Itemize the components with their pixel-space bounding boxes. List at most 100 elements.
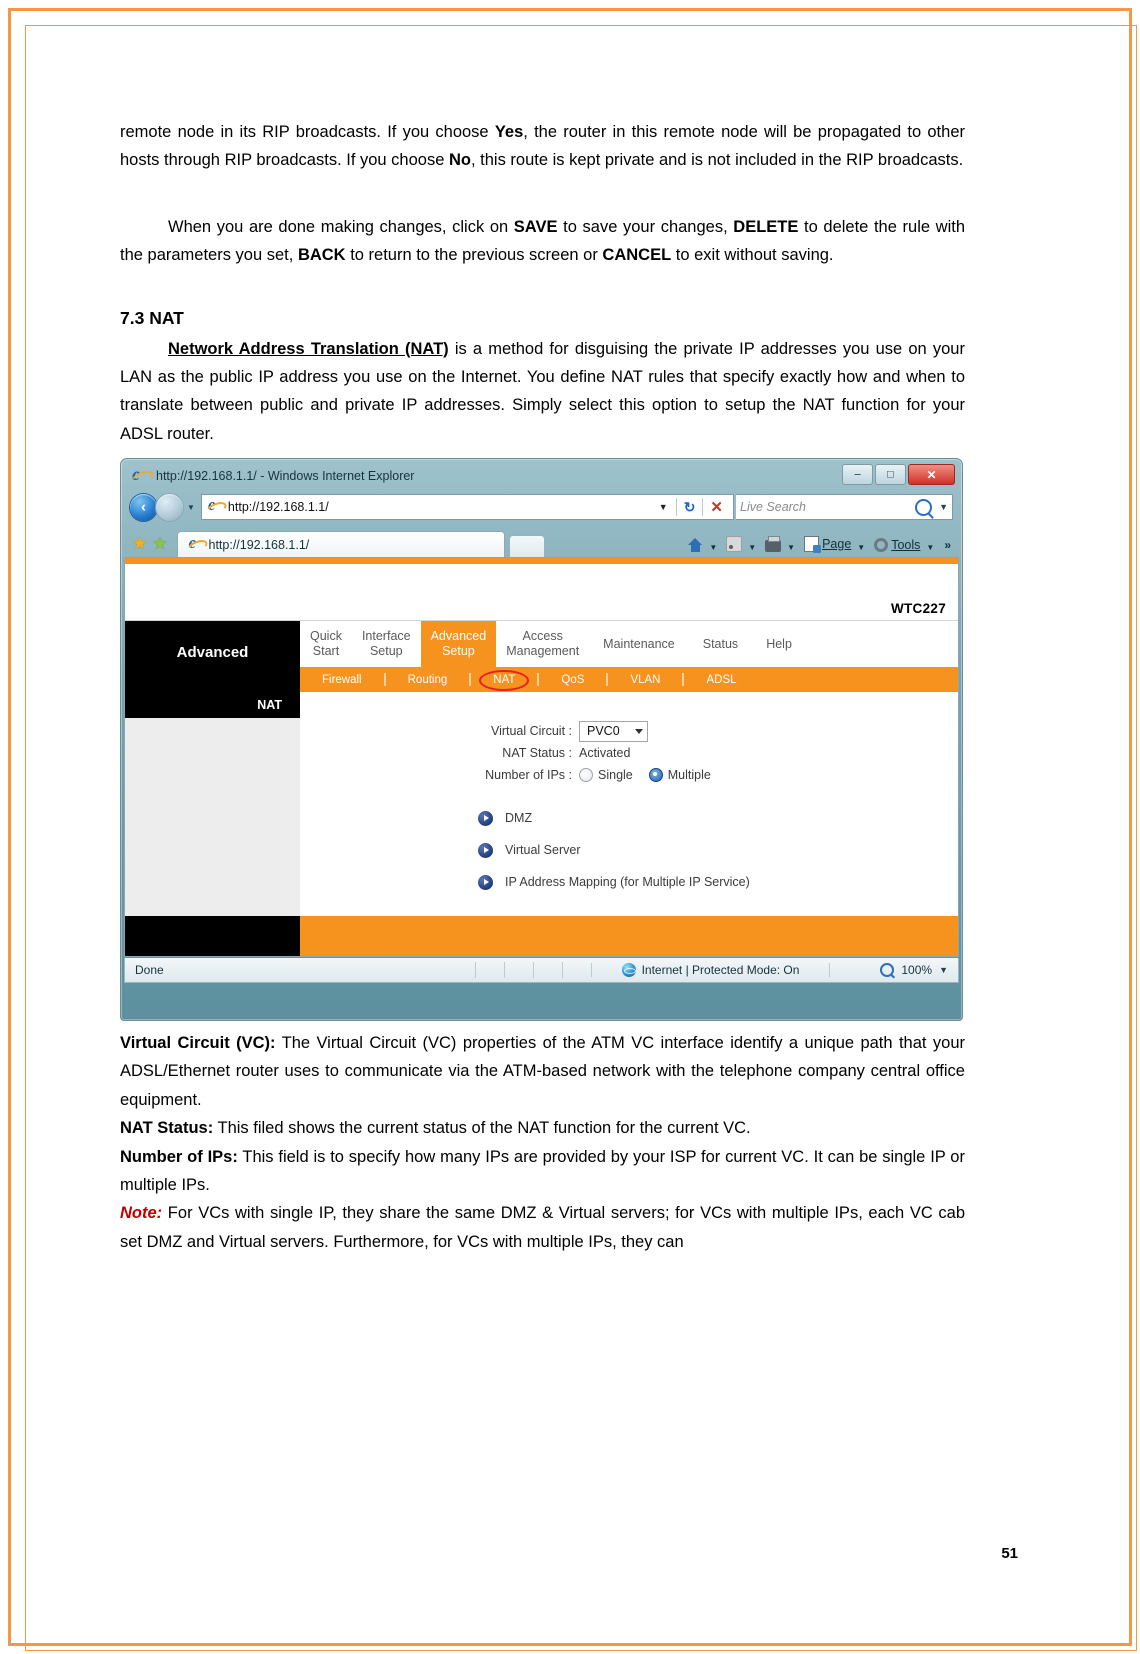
address-dropdown-icon[interactable]: ▼ [651, 502, 676, 512]
feeds-button[interactable] [723, 536, 745, 557]
search-input-placeholder: Live Search [740, 500, 807, 514]
router-tab-advanced[interactable]: Advanced Setup [420, 621, 497, 667]
radio-single-label: Single [598, 768, 633, 782]
search-box[interactable]: Live Search ▼ [736, 494, 953, 520]
history-dropdown-icon[interactable]: ▼ [187, 503, 195, 512]
router-tab-access[interactable]: Access Management [496, 621, 589, 667]
definition-term: Virtual Circuit (VC): [120, 1034, 276, 1052]
emphasized-text: No [448, 151, 471, 170]
radio-single[interactable] [579, 768, 593, 782]
router-tab-label: Interface [361, 629, 411, 644]
tools-menu-button[interactable]: Tools [871, 538, 923, 557]
zoom-dropdown-icon[interactable]: ▼ [939, 965, 948, 975]
body-text: to exit without saving. [671, 246, 834, 265]
nat-link-virtual[interactable]: Virtual Server [478, 834, 958, 866]
router-tab-maintenance[interactable]: Maintenance [589, 621, 689, 667]
form-row-nat-status: NAT Status : Activated [440, 742, 958, 764]
definition-entry: Virtual Circuit (VC): The Virtual Circui… [120, 1029, 965, 1114]
page-menu-dropdown-icon[interactable]: ▼ [854, 543, 871, 557]
zoom-icon [880, 963, 895, 977]
router-tab-label: Quick [310, 629, 342, 644]
emphasized-text: Yes [494, 123, 524, 141]
sub-nav-item-nat[interactable]: NAT [471, 669, 537, 691]
search-dropdown-icon[interactable]: ▼ [937, 502, 948, 512]
note-paragraph: Note: For VCs with single IP, they share… [120, 1199, 965, 1256]
emphasized-text: BACK [297, 246, 346, 265]
page-icon [804, 536, 822, 553]
forward-button[interactable]: › [156, 493, 183, 521]
home-button[interactable] [685, 538, 706, 557]
router-tab-help[interactable]: Help [752, 621, 806, 667]
favorites-star-icon[interactable]: ★ [132, 535, 147, 552]
page-menu-label: Page [822, 537, 852, 551]
virtual-circuit-selected-value: PVC0 [587, 724, 620, 738]
definition-entry: NAT Status: This filed shows the current… [120, 1114, 965, 1142]
page-number: 51 [1001, 1545, 1018, 1562]
router-tab-label-line2: Start [312, 644, 340, 658]
browser-window-screenshot: http://192.168.1.1/ - Windows Internet E… [120, 458, 963, 1021]
sidebar-title-block: Advanced [125, 621, 300, 667]
emphasized-text: DELETE [733, 217, 799, 236]
tools-menu-label: Tools [891, 538, 921, 552]
emphasized-text: Network Address Translation (NAT) [168, 339, 449, 358]
refresh-icon[interactable]: ↻ [677, 500, 703, 514]
zoom-control[interactable]: 100% ▼ [829, 963, 954, 977]
stop-icon[interactable]: ✕ [703, 500, 730, 515]
page-menu-button[interactable]: Page [801, 536, 854, 557]
rss-feed-icon [726, 536, 743, 552]
address-bar[interactable]: http://192.168.1.1/ ▼ ↻ ✕ [200, 494, 734, 520]
tab-favicon-icon [188, 533, 204, 553]
sub-nav-item-adsl[interactable]: ADSL [684, 674, 758, 686]
forward-arrow-icon: › [167, 498, 172, 516]
nat-settings-panel: Virtual Circuit : PVC0 NAT Status : Acti… [300, 692, 958, 916]
close-button[interactable]: ✕ [908, 464, 955, 485]
minimize-button[interactable]: – [842, 464, 873, 485]
nat-link-ip[interactable]: IP Address Mapping (for Multiple IP Serv… [478, 866, 958, 898]
paragraph-nat-intro: Network Address Translation (NAT) is a m… [120, 335, 965, 449]
paragraph-rip-broadcasts: remote node in its RIP broadcasts. If yo… [120, 118, 965, 175]
router-model-name: WTC227 [890, 601, 946, 616]
nat-link-label: Virtual Server [505, 843, 581, 857]
feeds-dropdown-icon[interactable]: ▼ [745, 543, 762, 557]
sub-nav-item-routing[interactable]: Routing [386, 674, 470, 686]
router-tab-label: Help [766, 636, 792, 651]
nat-link-label: IP Address Mapping (for Multiple IP Serv… [505, 875, 750, 889]
virtual-circuit-select[interactable]: PVC0 [579, 720, 648, 742]
new-tab-button[interactable] [508, 535, 545, 557]
security-zone[interactable]: Internet | Protected Mode: On [591, 963, 829, 977]
add-to-favorites-icon[interactable]: ★ [152, 535, 167, 552]
router-header: WTC227 [125, 564, 958, 621]
globe-icon [621, 963, 636, 977]
document-content: remote node in its RIP broadcasts. If yo… [120, 118, 965, 1256]
router-tab-label: Advanced [430, 629, 487, 644]
browser-title-text: http://192.168.1.1/ - Windows Internet E… [156, 468, 415, 483]
maximize-icon: □ [887, 468, 894, 480]
maximize-button[interactable]: □ [875, 464, 906, 485]
home-icon [688, 538, 703, 552]
radio-multiple-label: Multiple [667, 768, 711, 782]
router-sub-navigation: Firewall Routing NAT QoS VLAN ADSL [125, 667, 958, 692]
print-button[interactable] [762, 536, 784, 557]
router-tab-interface[interactable]: Interface Setup [352, 621, 421, 667]
router-tab-quick[interactable]: Quick Start [300, 621, 352, 667]
sub-nav-item-firewall[interactable]: Firewall [300, 674, 384, 686]
router-main-navigation: Advanced Quick Start Interface Setup Advance… [125, 621, 958, 667]
browser-tab[interactable]: http://192.168.1.1/ [176, 531, 505, 557]
search-icon[interactable] [915, 498, 933, 516]
print-dropdown-icon[interactable]: ▼ [784, 543, 801, 557]
back-button[interactable]: ‹ [130, 493, 157, 521]
radio-multiple[interactable] [648, 768, 663, 782]
sub-nav-item-vlan[interactable]: VLAN [608, 674, 682, 686]
internet-explorer-icon [132, 464, 149, 485]
window-controls: – □ ✕ [842, 464, 955, 485]
toolbar-overflow-icon[interactable]: » [940, 538, 953, 557]
tools-menu-dropdown-icon[interactable]: ▼ [923, 543, 940, 557]
arrow-bullet-icon [478, 810, 493, 826]
sub-nav-item-qos[interactable]: QoS [539, 674, 606, 686]
router-tab-status[interactable]: Status [689, 621, 752, 667]
nat-link-dmz[interactable]: DMZ [478, 802, 958, 834]
home-dropdown-icon[interactable]: ▼ [706, 543, 723, 557]
status-text: Done [135, 963, 164, 977]
